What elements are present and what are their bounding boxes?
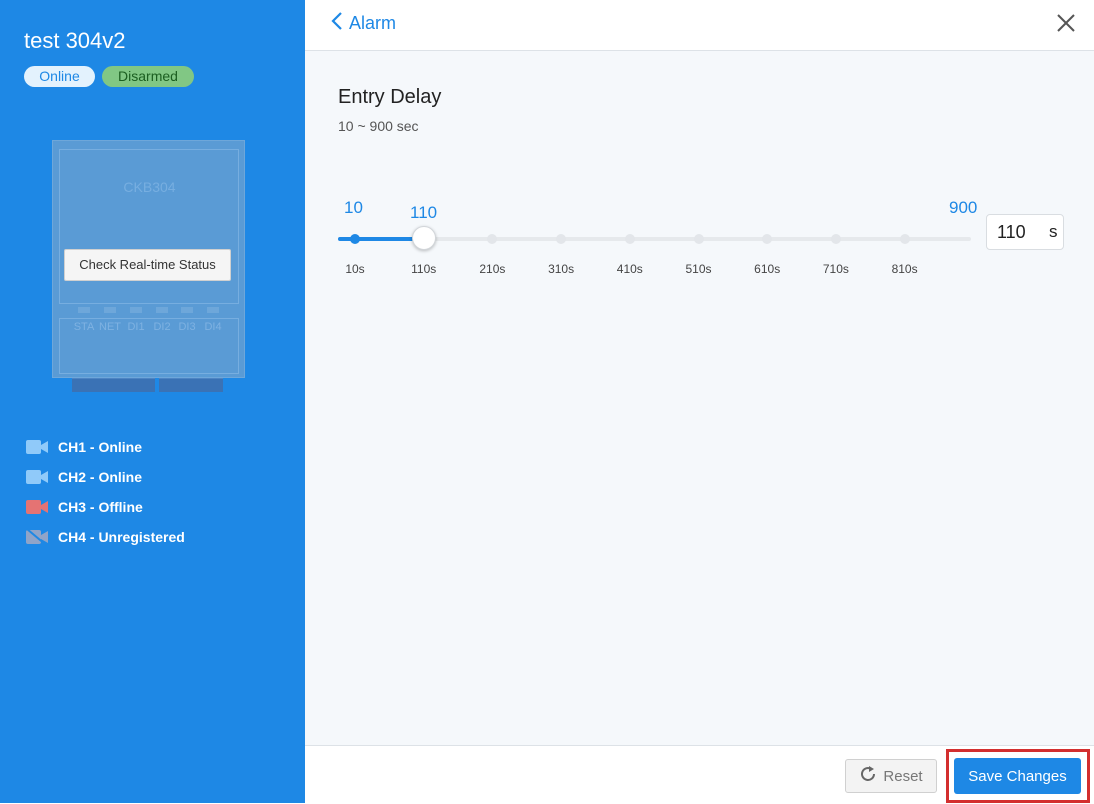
slider-tick-label: 110s [411,262,437,276]
camera-icon [26,468,48,486]
camera-icon [26,498,48,516]
slider-tick-label: 710s [822,262,849,276]
setting-title: Entry Delay [338,86,442,108]
settings-panel: Alarm Entry Delay 10 ~ 900 sec 10 110 90… [305,0,1094,804]
entry-delay-field[interactable]: s [986,214,1064,250]
channel-item-ch3[interactable]: CH3 - Offline [26,492,185,522]
check-realtime-status-button[interactable]: Check Real-time Status [64,249,231,281]
channel-list: CH1 - Online CH2 - Online CH3 - Offline … [26,432,185,552]
slider-tick [762,234,773,244]
led-indicator [181,307,193,313]
device-model-label: CKB304 [123,179,176,195]
panel-header: Alarm [305,0,1094,51]
led-indicator [207,307,219,313]
terminal-block [159,378,223,392]
setting-range: 10 ~ 900 sec [338,118,419,134]
slider-tick [830,234,841,244]
channel-label: CH2 - Online [58,469,143,485]
reset-label: Reset [883,767,923,785]
reset-button[interactable]: Reset [845,759,937,793]
led-indicator [156,307,168,313]
channel-item-ch4[interactable]: CH4 - Unregistered [26,522,185,552]
slider-min-value: 10 [344,198,363,217]
led-indicator [104,307,116,313]
device-name: test 304v2 [24,28,126,53]
channel-label: CH4 - Unregistered [58,529,185,545]
camera-icon [26,438,48,456]
slider-tick [693,234,704,244]
slider-tick [899,234,910,244]
slider-tick-label: 10s [345,262,365,276]
slider-tick-label: 810s [891,262,918,276]
slider-tick-label: 610s [754,262,781,276]
led-indicator [78,307,90,313]
device-sidebar: test 304v2 Online Disarmed CKB304 STA NE… [0,0,305,803]
slider-tick [624,234,635,244]
led-label: DI4 [204,321,222,333]
close-icon[interactable] [1055,12,1077,34]
channel-label: CH1 - Online [58,439,143,455]
entry-delay-input[interactable] [995,220,1039,244]
channel-label: CH3 - Offline [58,499,143,515]
panel-footer: Reset Save Changes [305,745,1094,804]
slider-tick-label: 410s [616,262,643,276]
back-label: Alarm [349,12,397,33]
slider-current-value: 110 [410,203,438,222]
slider-tick [350,234,360,244]
entry-delay-slider[interactable]: 10 110 900 10s 110s 210s 310s 410s 510s 610s 71… [305,190,1094,290]
led-indicator [130,307,142,313]
chevron-left-icon [331,11,343,36]
slider-tick-label: 510s [685,262,712,276]
slider-max-value: 900 [949,198,978,217]
slider-tick [487,234,498,244]
back-button[interactable]: Alarm [331,10,396,36]
terminal-block [72,378,155,392]
camera-off-icon [26,528,48,546]
slider-thumb[interactable] [411,226,436,250]
online-status-badge: Online [24,66,95,87]
slider-tick-label: 210s [479,262,506,276]
reset-icon [859,765,877,787]
unit-label: s [1049,222,1058,241]
slider-tick [556,234,567,244]
slider-tick-label: 310s [548,262,575,276]
channel-item-ch2[interactable]: CH2 - Online [26,462,185,492]
arm-status-badge: Disarmed [102,66,194,87]
save-changes-button[interactable]: Save Changes [954,758,1081,794]
channel-item-ch1[interactable]: CH1 - Online [26,432,185,462]
